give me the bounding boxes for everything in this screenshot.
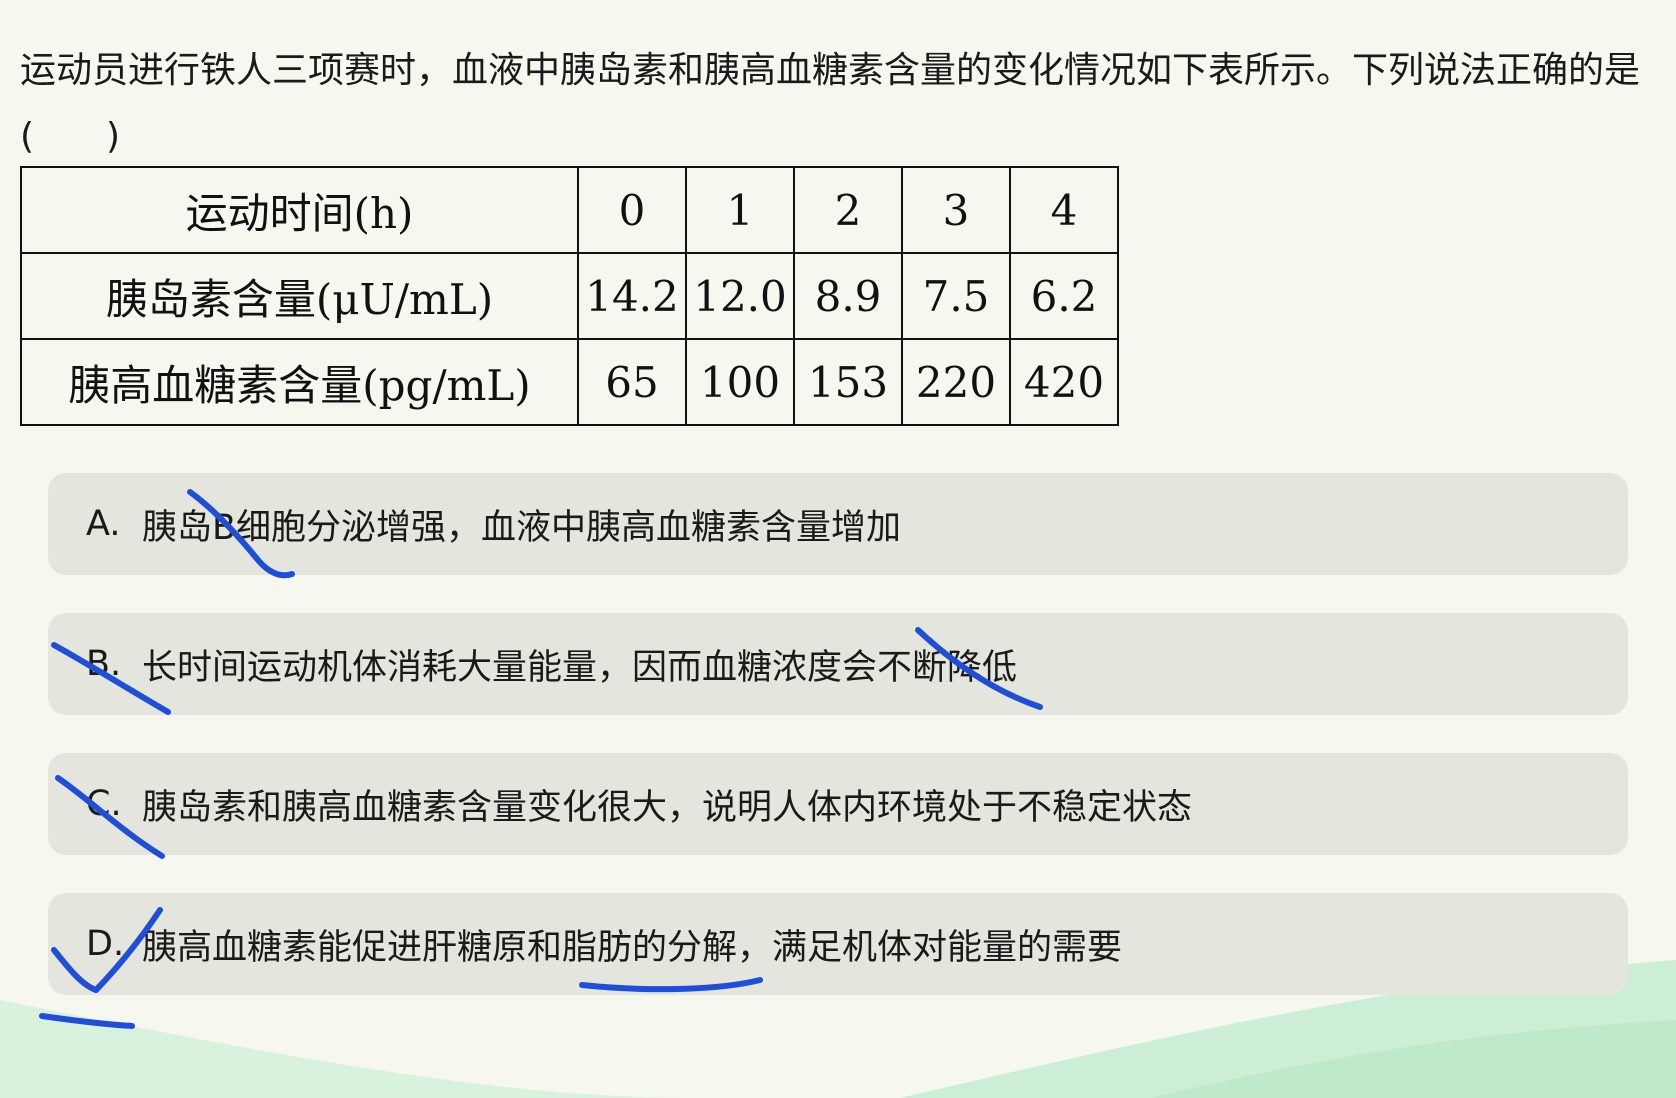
option-letter: B.	[86, 644, 122, 684]
table-header-cell: 0	[577, 166, 687, 254]
table-header-cell: 2	[793, 166, 903, 254]
data-table: 运动时间(h) 0 1 2 3 4 胰岛素含量(μU/mL) 14.2 12.0…	[20, 166, 1119, 426]
option-letter: C.	[86, 784, 122, 824]
table-cell: 8.9	[793, 252, 903, 340]
table-cell: 220	[901, 338, 1011, 426]
option-text: 胰岛素和胰高血糖素含量变化很大，说明人体内环境处于不稳定状态	[142, 787, 1193, 828]
table-cell: 65	[577, 338, 687, 426]
table-header-cell: 3	[901, 166, 1011, 254]
option-c[interactable]: C. 胰岛素和胰高血糖素含量变化很大，说明人体内环境处于不稳定状态	[48, 753, 1628, 855]
option-letter: D.	[86, 924, 125, 964]
question-stem: 运动员进行铁人三项赛时，血液中胰岛素和胰高血糖素含量的变化情况如下表所示。下列说…	[20, 50, 1641, 157]
table-row-label: 胰岛素含量(μU/mL)	[20, 252, 579, 340]
option-text: 长时间运动机体消耗大量能量，因而血糖浓度会不断降低	[142, 647, 1018, 688]
table-cell: 420	[1009, 338, 1119, 426]
table-cell: 153	[793, 338, 903, 426]
table-row-label: 胰高血糖素含量(pg/mL)	[20, 338, 579, 426]
option-text: 胰岛B细胞分泌增强，血液中胰高血糖素含量增加	[142, 507, 902, 548]
question-page: 运动员进行铁人三项赛时，血液中胰岛素和胰高血糖素含量的变化情况如下表所示。下列说…	[0, 0, 1676, 1098]
table-row-glucagon: 胰高血糖素含量(pg/mL) 65 100 153 220 420	[20, 338, 1119, 426]
table-header-cell: 1	[685, 166, 795, 254]
table-header-row: 运动时间(h) 0 1 2 3 4	[20, 166, 1119, 254]
table-header-label: 运动时间(h)	[20, 166, 579, 254]
table-header-cell: 4	[1009, 166, 1119, 254]
option-b[interactable]: B. 长时间运动机体消耗大量能量，因而血糖浓度会不断降低	[48, 613, 1628, 715]
table-cell: 14.2	[577, 252, 687, 340]
table-cell: 6.2	[1009, 252, 1119, 340]
option-letter: A.	[86, 504, 121, 544]
option-a[interactable]: A. 胰岛B细胞分泌增强，血液中胰高血糖素含量增加	[48, 473, 1628, 575]
table-cell: 100	[685, 338, 795, 426]
option-text: 胰高血糖素能促进肝糖原和脂肪的分解，满足机体对能量的需要	[142, 927, 1123, 968]
table-cell: 12.0	[685, 252, 795, 340]
option-d[interactable]: D. 胰高血糖素能促进肝糖原和脂肪的分解，满足机体对能量的需要	[48, 893, 1628, 995]
table-cell: 7.5	[901, 252, 1011, 340]
table-row-insulin: 胰岛素含量(μU/mL) 14.2 12.0 8.9 7.5 6.2	[20, 252, 1119, 340]
